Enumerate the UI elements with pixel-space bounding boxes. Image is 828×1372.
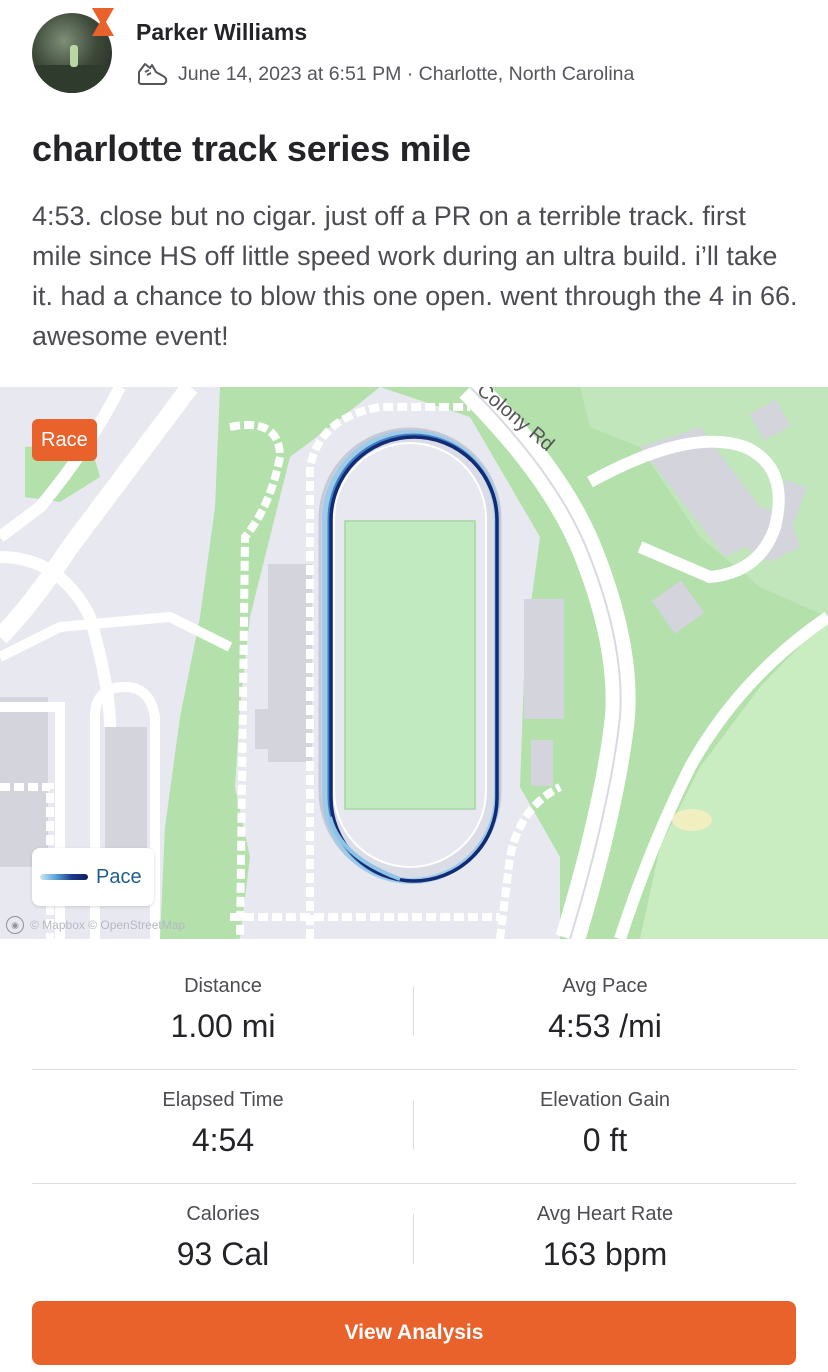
stat-value: 0 ft <box>582 1122 628 1158</box>
stat-label: Distance <box>184 975 262 997</box>
activity-meta: June 14, 2023 at 6:51 PM · Charlotte, No… <box>136 60 634 88</box>
race-tag: Race <box>32 419 97 461</box>
stat-elevation-gain: Elevation Gain 0 ft <box>414 1070 796 1183</box>
stat-value: 1.00 mi <box>170 1008 276 1044</box>
stat-value: 4:54 <box>191 1122 255 1158</box>
stat-label: Calories <box>186 1203 260 1225</box>
map-attribution-text: © Mapbox © OpenStreetMap <box>30 918 186 932</box>
stat-label: Elapsed Time <box>162 1089 284 1111</box>
stat-distance: Distance 1.00 mi <box>32 956 414 1069</box>
activity-meta-text: June 14, 2023 at 6:51 PM · Charlotte, No… <box>178 62 635 85</box>
stat-elapsed-time: Elapsed Time 4:54 <box>32 1070 414 1183</box>
stats-grid: Distance 1.00 mi Avg Pace 4:53 /mi Elaps… <box>32 956 796 1297</box>
stats-row: Elapsed Time 4:54 Elevation Gain 0 ft <box>32 1070 796 1184</box>
avatar-ground <box>32 65 112 93</box>
view-analysis-button[interactable]: View Analysis <box>32 1301 796 1365</box>
stats-row: Calories 93 Cal Avg Heart Rate 163 bpm <box>32 1184 796 1297</box>
strava-badge-icon <box>92 8 114 36</box>
stat-avg-heart-rate: Avg Heart Rate 163 bpm <box>414 1184 796 1297</box>
running-shoe-icon <box>137 63 168 85</box>
stat-calories: Calories 93 Cal <box>32 1184 414 1297</box>
route-map[interactable]: Colony Rd Race Pace ◉ © Mapbox © OpenStr… <box>0 387 828 939</box>
stats-row: Distance 1.00 mi Avg Pace 4:53 /mi <box>32 956 796 1070</box>
map-attribution[interactable]: ◉ © Mapbox © OpenStreetMap <box>6 916 185 934</box>
activity-description: 4:53. close but no cigar. just off a PR … <box>32 201 798 351</box>
stat-label: Avg Heart Rate <box>536 1203 674 1225</box>
avatar-figure <box>70 45 78 67</box>
stat-label: Avg Pace <box>562 975 648 997</box>
pace-legend-label: Pace <box>96 865 142 888</box>
athlete-name[interactable]: Parker Williams <box>136 19 307 46</box>
stat-avg-pace: Avg Pace 4:53 /mi <box>414 956 796 1069</box>
activity-header: Parker Williams June 14, 2023 at 6:51 PM… <box>0 0 828 110</box>
mapbox-logo-icon: ◉ <box>6 916 24 934</box>
stat-value: 4:53 /mi <box>548 1008 662 1044</box>
stat-value: 163 bpm <box>542 1236 668 1272</box>
stat-label: Elevation Gain <box>539 1089 671 1111</box>
pace-gradient-bar <box>40 874 88 880</box>
activity-title[interactable]: charlotte track series mile <box>32 128 471 170</box>
stat-value: 93 Cal <box>176 1236 270 1272</box>
pace-legend[interactable]: Pace <box>32 848 154 906</box>
